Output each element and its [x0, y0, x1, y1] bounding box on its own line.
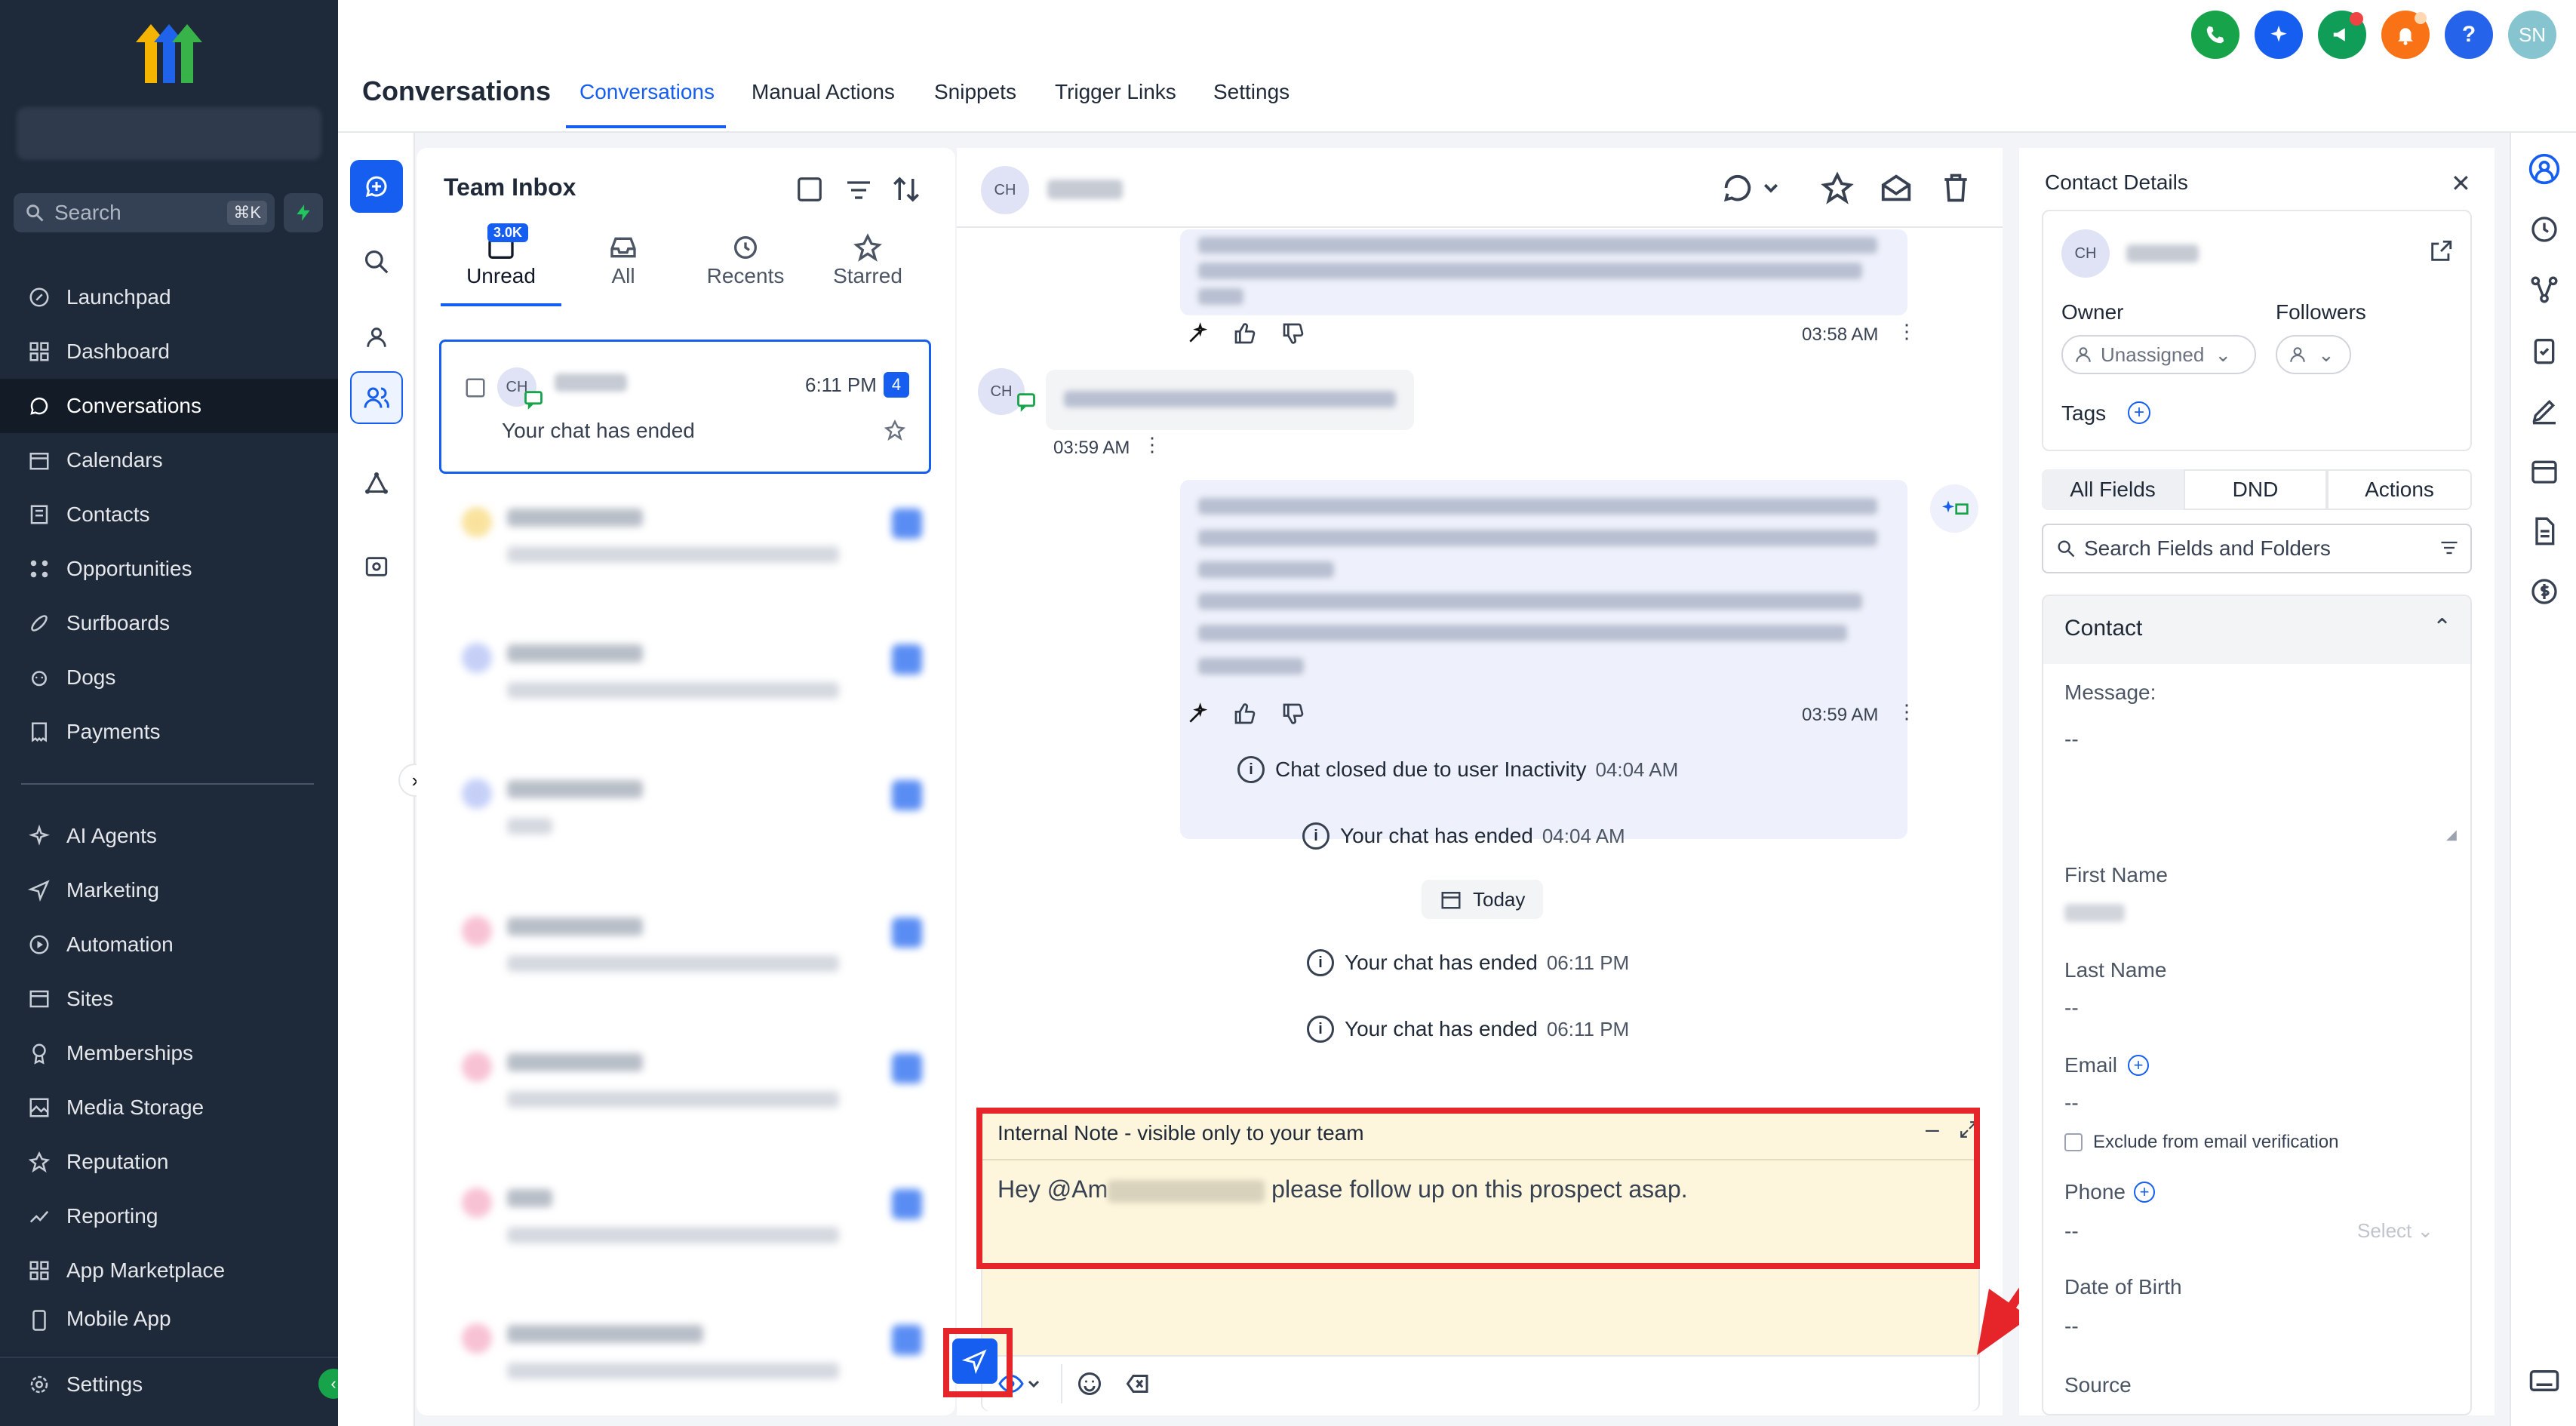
dob-label: Date of Birth: [2064, 1275, 2182, 1298]
keyboard-icon[interactable]: [2526, 1363, 2562, 1399]
user-icon: [2073, 345, 2093, 364]
phone-value[interactable]: --: [2064, 1219, 2079, 1243]
filter-icon[interactable]: [2439, 537, 2460, 558]
owner-select[interactable]: Unassigned ⌄: [2061, 335, 2256, 374]
appointments-icon[interactable]: [2526, 453, 2562, 489]
chevron-up-icon[interactable]: ⌃: [2433, 614, 2452, 641]
tasks-icon[interactable]: [2526, 332, 2562, 368]
documents-icon[interactable]: [2526, 513, 2562, 549]
contact-avatar: CH: [2061, 229, 2110, 278]
add-phone-icon[interactable]: +: [2134, 1182, 2155, 1203]
tab-all-fields[interactable]: All Fields: [2042, 469, 2184, 510]
panel-title: Contact Details: [2045, 171, 2188, 194]
source-label: Source: [2064, 1373, 2132, 1397]
resize-handle[interactable]: ◢: [2446, 827, 2457, 843]
contact-name-redacted: [2126, 244, 2199, 263]
chevron-down-icon: ⌄: [2318, 343, 2335, 366]
chevron-down-icon: ⌄: [2215, 343, 2232, 366]
first-name-redacted[interactable]: [2064, 904, 2125, 922]
notes-icon[interactable]: [2526, 392, 2562, 429]
tags-label: Tags: [2061, 401, 2107, 425]
phone-type-select[interactable]: Select ⌄: [2357, 1219, 2433, 1243]
contact-fields-section: Contact ⌃ Message: -- ◢ First Name Last …: [2042, 595, 2472, 1415]
email-label: Email: [2064, 1053, 2118, 1077]
exclude-email-checkbox[interactable]: [2064, 1133, 2083, 1151]
workflow-icon[interactable]: [2526, 272, 2562, 308]
last-name-value[interactable]: --: [2064, 996, 2079, 1020]
followers-label: Followers: [2276, 300, 2366, 324]
contact-details-panel: Contact Details ✕ CH Owner Followers Una…: [2019, 148, 2495, 1415]
close-icon[interactable]: ✕: [2451, 169, 2471, 198]
exclude-email-label: Exclude from email verification: [2093, 1132, 2339, 1152]
open-external-icon[interactable]: [2428, 238, 2454, 264]
phone-label: Phone: [2064, 1180, 2126, 1203]
first-name-label: First Name: [2064, 863, 2168, 887]
right-icon-rail: [2510, 133, 2576, 1426]
message-label: Message:: [2064, 681, 2156, 704]
email-value[interactable]: --: [2064, 1091, 2079, 1115]
dob-value[interactable]: --: [2064, 1314, 2079, 1338]
user-icon: [2288, 345, 2307, 364]
followers-select[interactable]: ⌄: [2276, 335, 2351, 374]
field-search-input[interactable]: Search Fields and Folders: [2042, 524, 2472, 573]
contact-icon[interactable]: [2526, 151, 2562, 187]
message-value[interactable]: --: [2064, 727, 2079, 751]
history-icon[interactable]: [2526, 211, 2562, 247]
add-email-icon[interactable]: +: [2128, 1055, 2149, 1076]
contact-summary-card: CH Owner Followers Unassigned ⌄ ⌄ Tags +: [2042, 210, 2472, 451]
tab-dnd[interactable]: DND: [2184, 469, 2327, 510]
last-name-label: Last Name: [2064, 958, 2167, 982]
section-title: Contact: [2064, 616, 2143, 641]
owner-label: Owner: [2061, 300, 2124, 324]
add-tag-icon[interactable]: +: [2128, 401, 2150, 424]
tab-actions[interactable]: Actions: [2327, 469, 2472, 510]
search-icon: [2055, 538, 2076, 559]
payments-icon[interactable]: [2526, 573, 2562, 610]
